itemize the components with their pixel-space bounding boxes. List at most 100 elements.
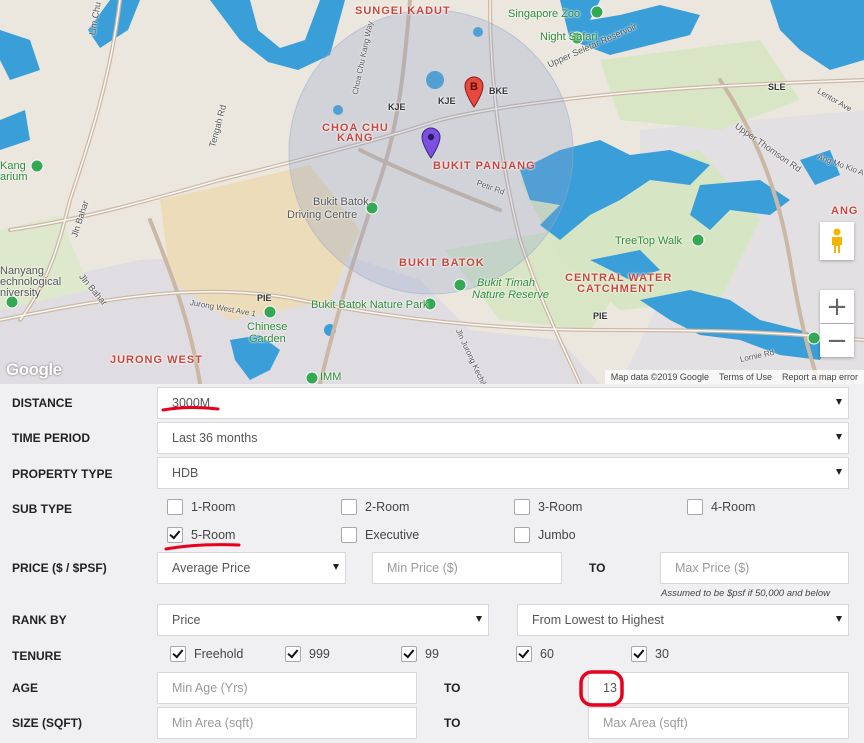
map-data-text: Map data ©2019 Google	[610, 372, 709, 382]
checkbox-box[interactable]	[687, 499, 703, 515]
map-label-chinese-garden-1: Chinese	[247, 321, 288, 333]
map-label-choa-chu-kang-2: KANG	[337, 132, 374, 144]
min-area-placeholder: Min Area (sqft)	[172, 716, 254, 730]
report-map-error-link[interactable]: Report a map error	[782, 372, 858, 382]
rank-by-select[interactable]: Price	[157, 604, 489, 636]
checkbox-label: 30	[655, 647, 669, 661]
checkbox-label: Jumbo	[538, 528, 576, 542]
checkbox-box-checked[interactable]	[401, 646, 417, 662]
price-to-label: TO	[589, 561, 606, 575]
checkbox-label: 99	[425, 647, 439, 661]
max-age-highlight-circle	[579, 670, 624, 707]
marker-b-label: B	[470, 81, 478, 93]
map-label-central-water-2: CATCHMENT	[577, 283, 655, 295]
tenure-60-checkbox[interactable]: 60	[516, 646, 554, 662]
price-label: PRICE ($ / $PSF)	[12, 561, 107, 575]
checkbox-box[interactable]	[167, 499, 183, 515]
size-to-label: TO	[444, 716, 461, 730]
checkbox-box-checked[interactable]	[631, 646, 647, 662]
subtype-1-room-checkbox[interactable]: 1-Room	[167, 499, 235, 515]
checkbox-box[interactable]	[341, 527, 357, 543]
map-attribution: Map data ©2019 Google Terms of Use Repor…	[604, 370, 864, 384]
checkbox-box[interactable]	[341, 499, 357, 515]
checkbox-box[interactable]	[514, 499, 530, 515]
terms-of-use-link[interactable]: Terms of Use	[719, 372, 772, 382]
search-filter-form: DISTANCE 3000M TIME PERIOD Last 36 month…	[0, 384, 864, 743]
tenure-999-checkbox[interactable]: 999	[285, 646, 330, 662]
subtype-4-room-checkbox[interactable]: 4-Room	[687, 499, 755, 515]
marker-a-icon[interactable]	[421, 127, 441, 159]
size-label: SIZE (SQFT)	[12, 716, 82, 730]
map-label-singapore-zoo: Singapore Zoo	[508, 8, 581, 20]
marker-b-icon[interactable]: B	[464, 76, 484, 108]
chevron-down-icon	[836, 469, 842, 475]
rank-by-label: RANK BY	[12, 613, 67, 627]
min-area-input[interactable]: Min Area (sqft)	[157, 707, 417, 739]
checkbox-box[interactable]	[514, 527, 530, 543]
map-label-kang-2: arium	[0, 171, 28, 183]
google-logo: Google	[6, 360, 62, 379]
price-mode-select[interactable]: Average Price	[157, 552, 346, 584]
tenure-freehold-checkbox[interactable]: Freehold	[170, 646, 243, 662]
checkbox-label: Executive	[365, 528, 420, 542]
time-period-select[interactable]: Last 36 months	[157, 422, 849, 454]
checkbox-box-checked[interactable]	[285, 646, 301, 662]
map-label-bukit-timah-1: Bukit Timah	[477, 277, 535, 289]
subtype-2-room-checkbox[interactable]: 2-Room	[341, 499, 409, 515]
min-age-placeholder: Min Age (Yrs)	[172, 681, 248, 695]
map-label-pie-2: PIE	[593, 311, 608, 321]
min-price-input[interactable]: Min Price ($)	[372, 552, 562, 584]
map-label-ang: ANG	[831, 205, 859, 217]
time-period-value: Last 36 months	[172, 431, 258, 445]
map-view[interactable]: B SUNGEI KADUT Singapore Zoo Night Safar…	[0, 0, 864, 384]
tenure-label: TENURE	[12, 649, 62, 663]
distance-label: DISTANCE	[12, 396, 73, 410]
subtype-executive-checkbox[interactable]: Executive	[341, 527, 419, 543]
map-label-kje-1: KJE	[388, 102, 406, 112]
map-label-jurong-west: JURONG WEST	[110, 354, 203, 366]
checkbox-label: Freehold	[194, 647, 244, 661]
zoom-in-button[interactable]: +	[820, 290, 854, 323]
sub-type-label: SUB TYPE	[12, 502, 73, 516]
app-root: B SUNGEI KADUT Singapore Zoo Night Safar…	[0, 0, 864, 743]
map-label-chinese-garden-2: Garden	[249, 333, 286, 345]
rank-order-value: From Lowest to Highest	[532, 613, 664, 627]
tenure-99-checkbox[interactable]: 99	[401, 646, 439, 662]
zoom-out-button[interactable]: −	[820, 324, 854, 357]
property-type-select[interactable]: HDB	[157, 457, 849, 489]
distance-select[interactable]: 3000M	[157, 387, 849, 419]
subtype-3-room-checkbox[interactable]: 3-Room	[514, 499, 582, 515]
chevron-down-icon	[333, 564, 339, 570]
max-age-input[interactable]: 13	[588, 672, 849, 704]
rank-by-value: Price	[172, 613, 201, 627]
time-period-label: TIME PERIOD	[12, 431, 91, 445]
map-canvas	[0, 0, 864, 384]
map-label-sle: SLE	[768, 82, 786, 92]
subtype-jumbo-checkbox[interactable]: Jumbo	[514, 527, 576, 543]
map-label-bukit-panjang: BUKIT PANJANG	[433, 160, 536, 172]
map-label-bke: BKE	[489, 86, 509, 96]
chevron-down-icon	[836, 616, 842, 622]
max-area-input[interactable]: Max Area (sqft)	[588, 707, 849, 739]
street-view-pegman-icon[interactable]	[820, 222, 854, 260]
checkbox-label: 2-Room	[365, 500, 410, 514]
tenure-30-checkbox[interactable]: 30	[631, 646, 669, 662]
map-label-driving-centre-2: Driving Centre	[287, 209, 358, 221]
checkbox-label: 60	[540, 647, 554, 661]
property-type-label: PROPERTY TYPE	[12, 467, 113, 481]
property-type-value: HDB	[172, 466, 199, 480]
map-label-pie-1: PIE	[257, 293, 272, 303]
chevron-down-icon	[836, 399, 842, 405]
map-label-imm: IMM	[320, 371, 342, 383]
checkbox-box-checked[interactable]	[516, 646, 532, 662]
price-note: Assumed to be $psf if 50,000 and below	[661, 588, 831, 599]
map-label-bukit-batok-nature-park: Bukit Batok Nature Park	[311, 299, 429, 311]
checkbox-box-checked[interactable]	[170, 646, 186, 662]
age-to-label: TO	[444, 681, 461, 695]
max-price-input[interactable]: Max Price ($)	[660, 552, 849, 584]
chevron-down-icon	[476, 616, 482, 622]
min-age-input[interactable]: Min Age (Yrs)	[157, 672, 417, 704]
price-mode-value: Average Price	[172, 561, 251, 575]
rank-order-select[interactable]: From Lowest to Highest	[517, 604, 849, 636]
age-label: AGE	[12, 681, 39, 695]
